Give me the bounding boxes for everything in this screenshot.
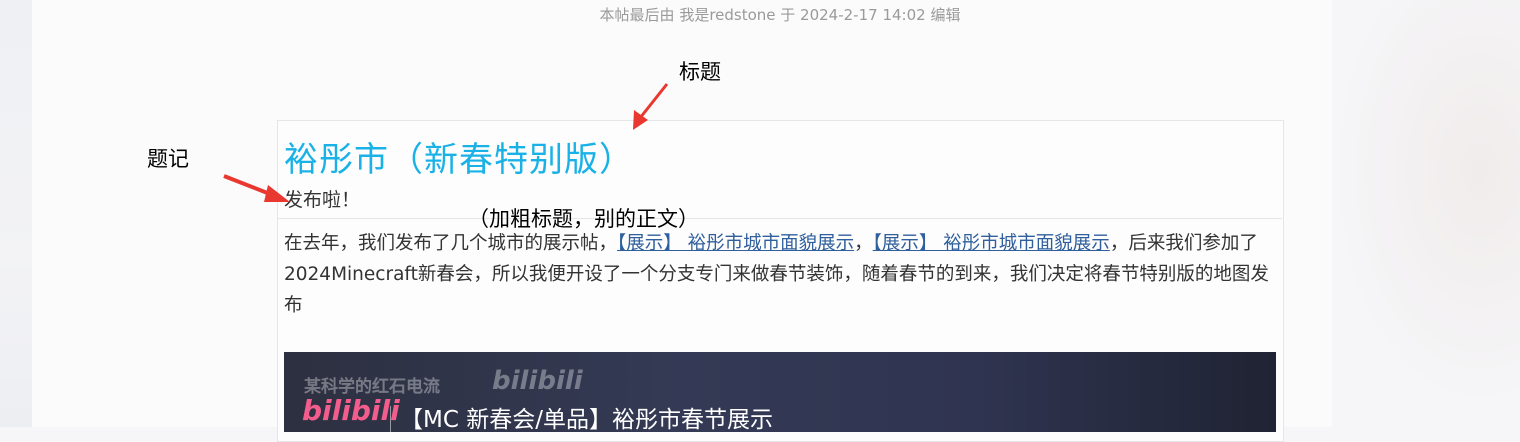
arrow-to-subtitle: [223, 174, 290, 202]
annotation-arrows: [223, 83, 669, 202]
arrow-to-title: [633, 83, 669, 130]
